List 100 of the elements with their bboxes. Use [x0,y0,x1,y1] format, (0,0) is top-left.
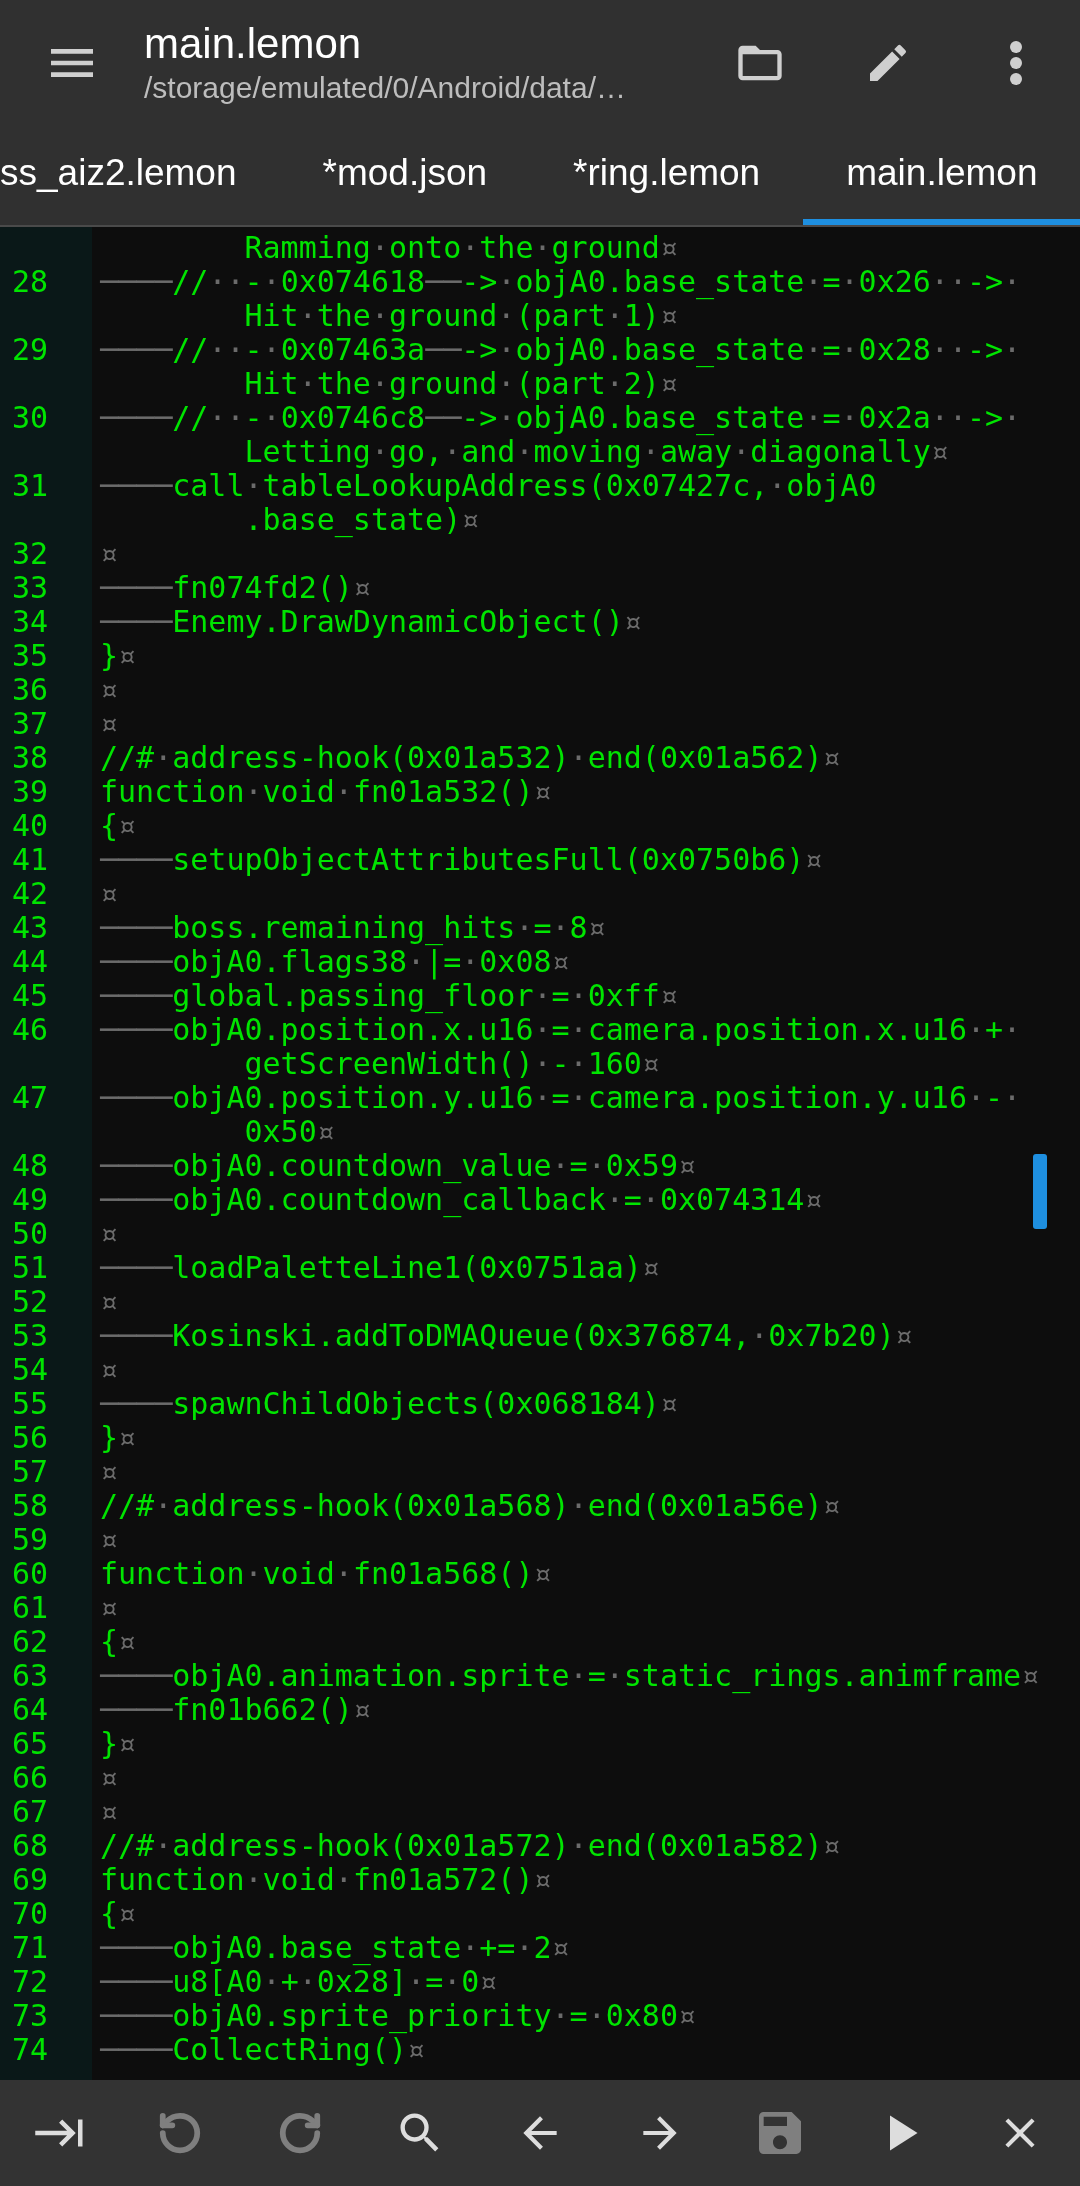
line-number: 61 [11,1591,50,1625]
code-line: ────u8[A0·+·0x28]·=·0¤ [100,1964,498,1999]
line-number: 38 [11,741,50,775]
line-number: 63 [11,1659,50,1693]
code-line: ────//··-·0x07463a──->·objA0.base_state·=·0x28··->· [100,332,1022,367]
more-icon [1010,41,1022,85]
code-line: {¤ [100,1624,137,1659]
code-line: Hit·the·ground·(part·2)¤ [244,366,678,401]
code-line: {¤ [100,808,137,843]
line-number: 56 [11,1421,50,1455]
code-line: ────Kosinski.addToDMAQueue(0x376874,·0x7b20)¤ [100,1318,913,1353]
scrollbar-thumb[interactable] [1033,1154,1047,1229]
code-line: ────fn074fd2()¤ [100,570,371,605]
code-line: ¤ [100,1216,119,1251]
code-line: ────setupObjectAttributesFull(0x0750b6)¤ [100,842,823,877]
code-line: ────objA0.sprite_priority·=·0x80¤ [100,1998,697,2033]
line-number: 47 [11,1081,50,1115]
code-line: ¤ [100,1522,119,1557]
code-line: ¤ [100,1454,119,1489]
code-line: ¤ [100,876,119,911]
code-line: Letting·go,·and·moving·away·diagonally¤ [244,434,949,469]
code-line: function·void·fn01a572()¤ [100,1862,552,1897]
code-line: getScreenWidth()·-·160¤ [244,1046,660,1081]
code-line: function·void·fn01a568()¤ [100,1556,552,1591]
code-line: ¤ [100,1794,119,1829]
line-number: 44 [11,945,50,979]
line-number: 34 [11,605,50,639]
line-number: 53 [11,1319,50,1353]
line-number: 43 [11,911,50,945]
line-number: 51 [11,1251,50,1285]
file-tab[interactable]: main.lemon [803,126,1080,225]
code-line: //#·address-hook(0x01a568)·end(0x01a56e)¤ [100,1488,841,1523]
line-number: 30 [11,401,50,435]
code-line: ────objA0.countdown_callback·=·0x074314¤ [100,1182,823,1217]
line-number: 70 [11,1897,50,1931]
line-number: 68 [11,1829,50,1863]
code-line: ¤ [100,1284,119,1319]
file-tab[interactable]: *mod.json [279,126,531,225]
code-line: ────spawnChildObjects(0x068184)¤ [100,1386,678,1421]
code-line: 0x50¤ [244,1114,335,1149]
line-number: 72 [11,1965,50,1999]
file-path: /storage/emulated/0/Android/data/… [144,70,627,106]
code-line: ────fn01b662()¤ [100,1692,371,1727]
code-line: ────//··-·0x074618──->·objA0.base_state·=·0x26··->· [100,264,1022,299]
line-number: 36 [11,673,50,707]
line-number: 46 [11,1013,50,1047]
line-number: 29 [11,333,50,367]
line-number: 31 [11,469,50,503]
code-line: }¤ [100,1420,137,1455]
line-number: 54 [11,1353,50,1387]
line-number: 41 [11,843,50,877]
line-number: 48 [11,1149,50,1183]
line-number: 66 [11,1761,50,1795]
code-line: Ramming·onto·the·ground¤ [244,230,678,265]
code-line: function·void·fn01a532()¤ [100,774,552,809]
redo-icon [277,2110,323,2156]
line-number: 67 [11,1795,50,1829]
code-line: ────Enemy.DrawDynamicObject()¤ [100,604,642,639]
line-number: 60 [11,1557,50,1591]
line-number: 35 [11,639,50,673]
line-number: 50 [11,1217,50,1251]
file-title: main.lemon [144,19,363,69]
code-line: ¤ [100,1352,119,1387]
line-number: 58 [11,1489,50,1523]
line-number: 45 [11,979,50,1013]
code-line: ¤ [100,536,119,571]
code-line: ────objA0.base_state·+=·2¤ [100,1930,570,1965]
code-line: ────call·tableLookupAddress(0x07427c,·objA0 [100,468,877,503]
line-number: 69 [11,1863,50,1897]
line-number: 55 [11,1387,50,1421]
line-number: 40 [11,809,50,843]
code-line: ────//··-·0x0746c8──->·objA0.base_state·=·0x2a··->· [100,400,1022,435]
code-line: ────objA0.countdown_value·=·0x59¤ [100,1148,697,1183]
code-line: ────objA0.animation.sprite·=·static_rings.animframe¤ [100,1658,1040,1693]
line-number: 42 [11,877,50,911]
line-number: 33 [11,571,50,605]
line-number: 37 [11,707,50,741]
code-line: ────boss.remaining_hits·=·8¤ [100,910,606,945]
code-line: ¤ [100,1590,119,1625]
line-number: 39 [11,775,50,809]
line-number: 74 [11,2033,50,2067]
code-line: {¤ [100,1896,137,1931]
code-line: Hit·the·ground·(part·1)¤ [244,298,678,333]
line-number: 52 [11,1285,50,1319]
code-line: ¤ [100,1760,119,1795]
code-line: .base_state)¤ [244,502,480,537]
line-number: 57 [11,1455,50,1489]
code-line: }¤ [100,638,137,673]
code-line: ────loadPaletteLine1(0x0751aa)¤ [100,1250,660,1285]
code-line: //#·address-hook(0x01a532)·end(0x01a562)¤ [100,740,841,775]
line-number: 32 [11,537,50,571]
code-line: ────objA0.position.x.u16·=·camera.position.x.u16·+· [100,1012,1022,1047]
code-line: }¤ [100,1726,137,1761]
file-tab[interactable]: *ring.lemon [530,126,804,225]
code-line: ────CollectRing()¤ [100,2032,426,2067]
code-line: ¤ [100,706,119,741]
code-line: ¤ [100,672,119,707]
file-tab[interactable]: ss_aiz2.lemon [0,126,280,225]
line-number: 28 [11,265,50,299]
line-number: 59 [11,1523,50,1557]
